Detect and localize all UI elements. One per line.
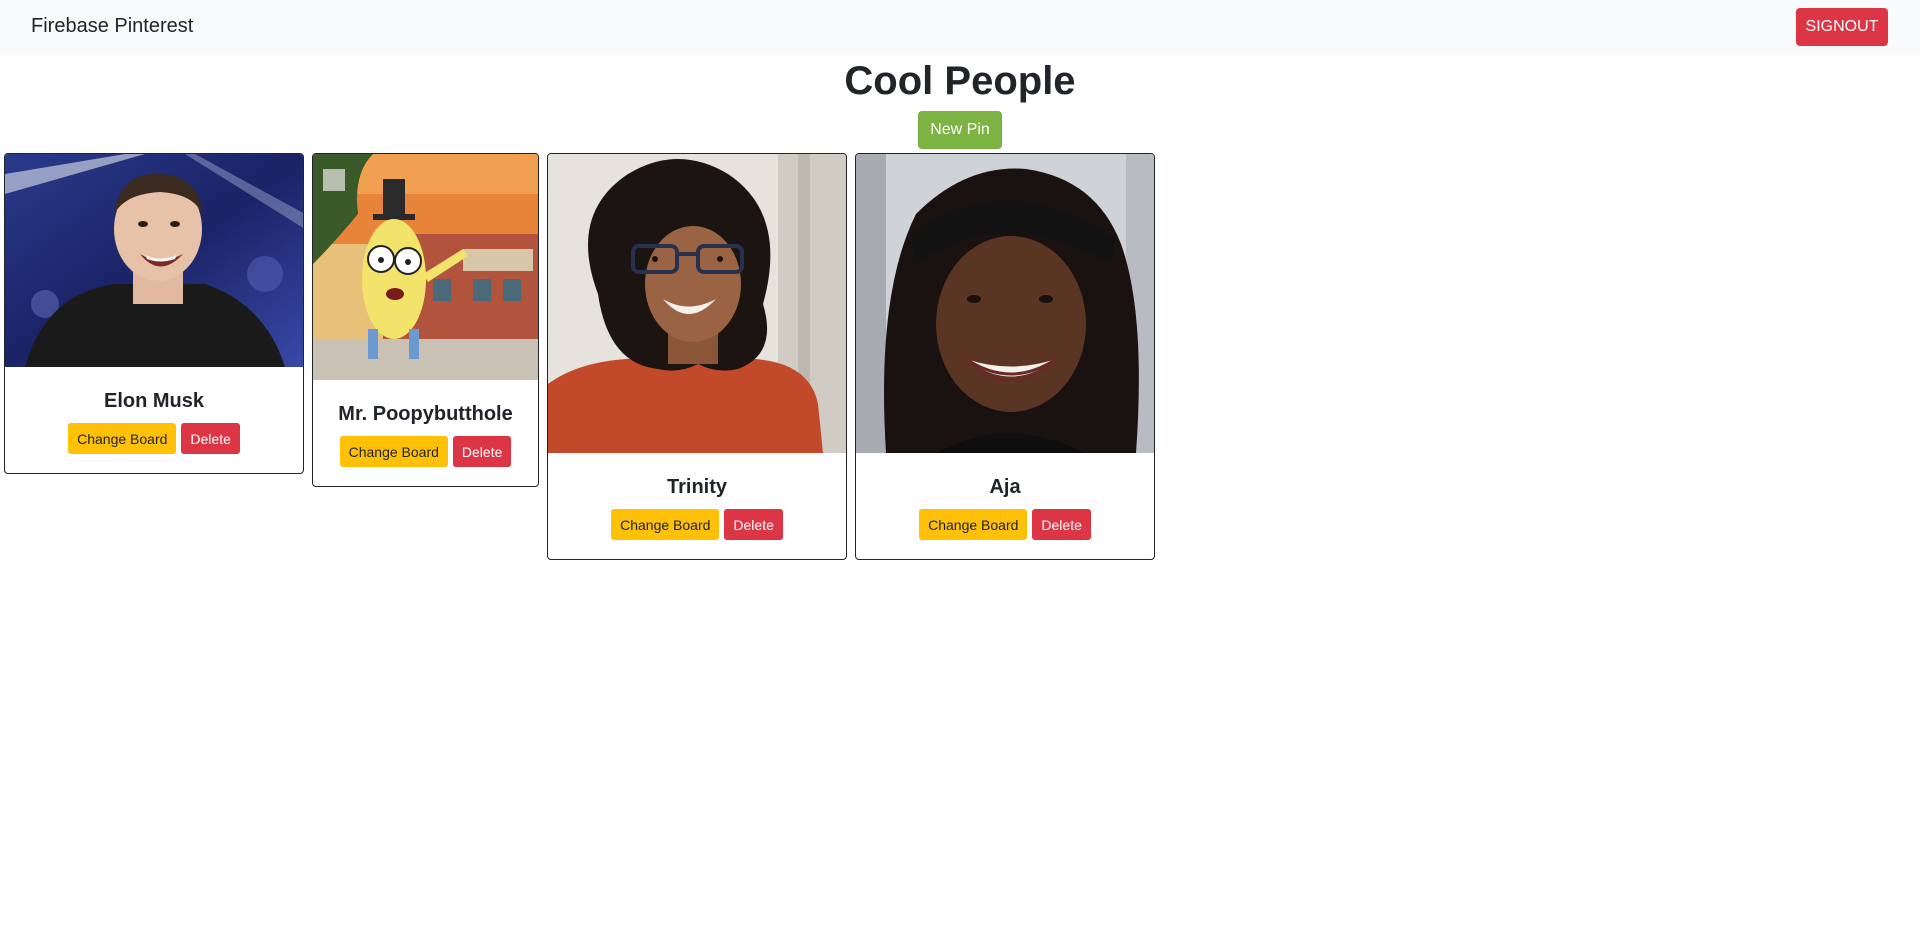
- new-pin-button[interactable]: New Pin: [918, 111, 1002, 149]
- delete-button[interactable]: Delete: [181, 423, 240, 454]
- pin-actions: Change Board Delete: [548, 509, 846, 540]
- change-board-button[interactable]: Change Board: [611, 509, 720, 540]
- pin-actions: Change Board Delete: [856, 509, 1154, 540]
- pin-image: [313, 154, 538, 380]
- pin-name: Elon Musk: [103, 390, 204, 412]
- pin-actions: Change Board Delete: [5, 423, 303, 454]
- pin-card: Trinity Change Board Delete: [547, 153, 847, 560]
- pin-image: [548, 154, 846, 453]
- delete-button[interactable]: Delete: [1032, 509, 1091, 540]
- pin-name: Trinity: [666, 476, 727, 498]
- pin-card: Aja Change Board Delete: [855, 153, 1155, 560]
- pin-card: Elon Musk Change Board Delete: [4, 153, 304, 474]
- pin-name: Aja: [989, 476, 1021, 498]
- change-board-button[interactable]: Change Board: [68, 423, 177, 454]
- pin-actions: Change Board Delete: [313, 436, 538, 467]
- change-board-button[interactable]: Change Board: [339, 436, 448, 467]
- delete-button[interactable]: Delete: [724, 509, 783, 540]
- brand-link[interactable]: Firebase Pinterest: [31, 15, 193, 38]
- change-board-button[interactable]: Change Board: [919, 509, 1028, 540]
- pin-name: Mr. Poopybutthole: [338, 403, 513, 425]
- navbar: Firebase Pinterest SIGNOUT: [0, 0, 1920, 54]
- pin-image: [5, 154, 303, 367]
- signout-button[interactable]: SIGNOUT: [1796, 8, 1888, 46]
- pin-image: [856, 154, 1154, 453]
- page-title: Cool People: [844, 59, 1076, 103]
- delete-button[interactable]: Delete: [452, 436, 512, 467]
- pin-card: Mr. Poopybutthole Change Board Delete: [312, 153, 539, 487]
